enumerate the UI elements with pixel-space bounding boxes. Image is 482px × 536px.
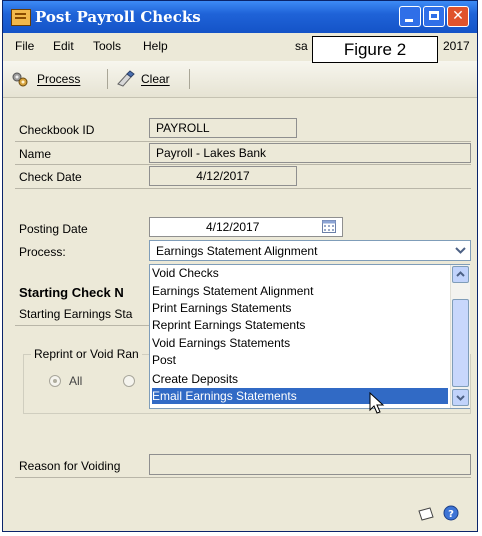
name-field: Payroll - Lakes Bank (149, 143, 471, 163)
post-payroll-checks-window: Post Payroll Checks ✕ File Edit Tools He… (2, 0, 478, 532)
mouse-cursor-icon (369, 391, 385, 416)
toolbar-separator (189, 69, 190, 89)
process-select-value: Earnings Statement Alignment (156, 244, 318, 258)
process-button-label: Process (37, 72, 81, 86)
figure-label: Figure 2 (312, 36, 438, 63)
clear-button[interactable]: Clear (141, 72, 170, 86)
process-option[interactable]: Print Earnings Statements (152, 300, 291, 316)
chevron-down-icon[interactable] (453, 243, 468, 258)
menu-edit[interactable]: Edit (53, 39, 74, 53)
clear-button-label: Clear (141, 72, 170, 86)
process-option[interactable]: Void Earnings Statements (152, 335, 290, 351)
checkbook-id-label: Checkbook ID (19, 123, 95, 137)
minimize-button[interactable] (399, 6, 421, 27)
svg-text:?: ? (448, 509, 454, 520)
range-radio[interactable] (123, 375, 135, 387)
options-scrollbar[interactable] (450, 265, 470, 408)
starting-check-label: Starting Check N (19, 285, 124, 300)
posting-date-input[interactable]: 4/12/2017 (149, 217, 343, 237)
menu-tools[interactable]: Tools (93, 39, 121, 53)
divider (15, 477, 471, 478)
posting-date-value: 4/12/2017 (206, 220, 260, 234)
process-button[interactable]: Process (37, 72, 80, 86)
toolbar: Process Clear (3, 61, 477, 98)
process-label: Process: (19, 245, 66, 259)
note-icon[interactable] (417, 507, 435, 521)
checkbook-id-field: PAYROLL (149, 118, 297, 138)
posting-date-label: Posting Date (19, 222, 88, 236)
calendar-icon[interactable] (322, 220, 336, 233)
process-select[interactable]: Earnings Statement Alignment (149, 240, 471, 261)
toolbar-separator (107, 69, 108, 89)
name-label: Name (19, 147, 52, 161)
check-date-field: 4/12/2017 (149, 166, 297, 186)
starting-earnings-label: Starting Earnings Sta (19, 307, 133, 321)
user-name: sa (295, 39, 308, 53)
process-option[interactable]: Reprint Earnings Statements (152, 317, 305, 333)
all-radio[interactable] (49, 375, 61, 387)
menu-file[interactable]: File (15, 39, 34, 53)
scroll-up-button[interactable] (452, 266, 469, 283)
menu-help[interactable]: Help (143, 39, 168, 53)
process-option-selected[interactable]: Email Earnings Statements (152, 388, 448, 404)
divider (15, 325, 149, 326)
reprint-void-range-label: Reprint or Void Ran (31, 347, 142, 361)
process-options-list: Void Checks Earnings Statement Alignment… (149, 264, 470, 409)
all-radio-label: All (69, 374, 83, 388)
divider (15, 141, 471, 142)
process-option[interactable]: Create Deposits (152, 371, 238, 387)
maximize-button[interactable] (423, 6, 445, 27)
close-button[interactable]: ✕ (447, 6, 469, 27)
user-date: 2017 (443, 39, 470, 53)
reason-for-voiding-field (149, 454, 471, 475)
process-option[interactable]: Void Checks (152, 265, 219, 281)
scroll-down-button[interactable] (452, 389, 469, 406)
title-bar: Post Payroll Checks ✕ (3, 1, 477, 33)
reason-for-voiding-label: Reason for Voiding (19, 459, 121, 473)
process-option[interactable]: Earnings Statement Alignment (152, 283, 313, 299)
process-icon (11, 70, 29, 88)
window-title: Post Payroll Checks (35, 8, 201, 26)
help-icon[interactable]: ? (443, 505, 459, 521)
divider (15, 188, 471, 189)
check-date-label: Check Date (19, 170, 82, 184)
window-app-icon (11, 9, 31, 26)
clear-icon (115, 70, 135, 88)
process-option[interactable]: Post (152, 352, 176, 368)
divider (15, 164, 471, 165)
scroll-thumb[interactable] (452, 299, 469, 387)
